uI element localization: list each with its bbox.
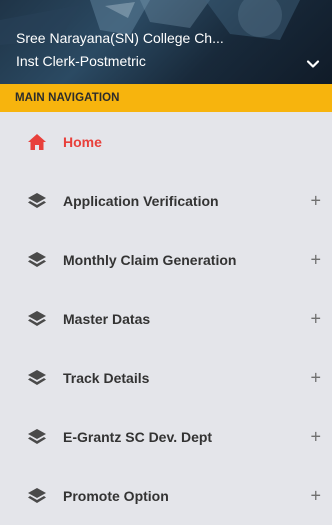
layers-icon (26, 190, 48, 212)
user-panel: Sree Narayana(SN) College Ch... Inst Cle… (0, 0, 332, 84)
expand-plus-icon[interactable]: + (310, 249, 321, 270)
nav-item-master-datas[interactable]: Master Datas + (0, 289, 332, 348)
nav-item-label: E-Grantz SC Dev. Dept (63, 428, 213, 445)
sidebar: Sree Narayana(SN) College Ch... Inst Cle… (0, 0, 332, 518)
expand-plus-icon[interactable]: + (310, 485, 321, 506)
layers-icon (26, 367, 48, 389)
nav-menu: Home Application Verification + Monthly … (0, 112, 332, 525)
organization-name: Sree Narayana(SN) College Ch... (16, 30, 224, 46)
layers-icon (26, 426, 48, 448)
home-icon (26, 131, 48, 153)
nav-item-label: Master Datas (63, 310, 151, 327)
nav-item-track-details[interactable]: Track Details + (0, 348, 332, 407)
nav-item-label: Application Verification (63, 192, 219, 209)
nav-item-label: Home (63, 133, 102, 150)
user-role: Inst Clerk-Postmetric (16, 53, 146, 69)
layers-icon (26, 249, 48, 271)
chevron-down-icon[interactable] (304, 55, 322, 73)
main-navigation-header: MAIN NAVIGATION (0, 84, 332, 112)
nav-item-e-grantz-sc-dev-dept[interactable]: E-Grantz SC Dev. Dept + (0, 407, 332, 466)
layers-icon (26, 485, 48, 507)
nav-item-monthly-claim-generation[interactable]: Monthly Claim Generation + (0, 230, 332, 289)
expand-plus-icon[interactable]: + (310, 308, 321, 329)
nav-item-promote-option[interactable]: Promote Option + (0, 466, 332, 525)
layers-icon (26, 308, 48, 330)
expand-plus-icon[interactable]: + (310, 426, 321, 447)
nav-item-label: Monthly Claim Generation (63, 251, 237, 268)
nav-item-label: Track Details (63, 369, 150, 386)
expand-plus-icon[interactable]: + (310, 367, 321, 388)
expand-plus-icon[interactable]: + (310, 190, 321, 211)
nav-item-home[interactable]: Home (0, 112, 332, 171)
nav-item-application-verification[interactable]: Application Verification + (0, 171, 332, 230)
nav-item-label: Promote Option (63, 487, 169, 504)
